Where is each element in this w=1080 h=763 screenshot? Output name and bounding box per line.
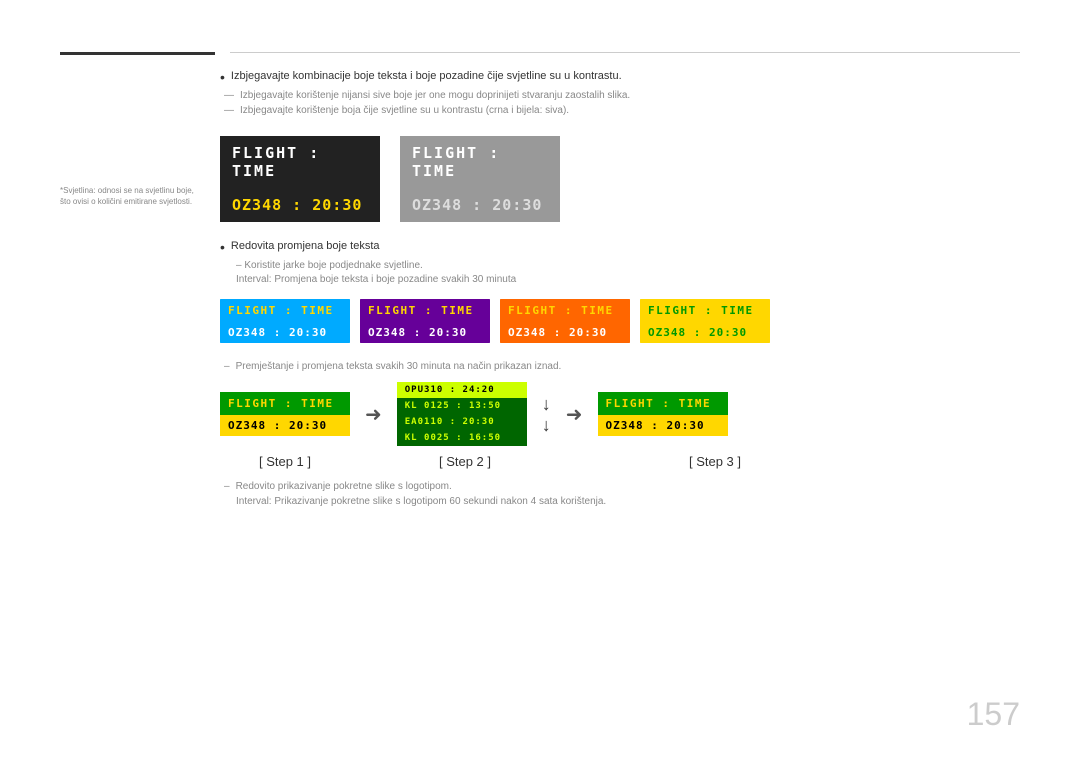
primary-boards-row: FLIGHT : TIME OZ348 : 20:30 FLIGHT : TIM… (220, 136, 1020, 222)
scroll-row-4: KL 0025 : 16:50 (397, 430, 527, 446)
step3-body: OZ348 : 20:30 (598, 415, 728, 436)
sub1: – Koristite jarke boje podjednake svjetl… (220, 260, 1020, 271)
board-orange-body: OZ348 : 20:30 (500, 322, 630, 343)
color-boards-row: FLIGHT : TIME OZ348 : 20:30 FLIGHT : TIM… (220, 299, 1020, 343)
bullet-item-2: • Redovita promjena boje teksta (220, 240, 1020, 254)
dash-1: — (224, 90, 234, 101)
board-orange-header: FLIGHT : TIME (500, 299, 630, 322)
dash-item-2: — Izbjegavajte korištenje boja čije svje… (220, 105, 1020, 116)
board-dark-header: FLIGHT : TIME (220, 136, 380, 188)
sub2: Interval: Promjena boje teksta i boje po… (220, 274, 1020, 285)
note-dash: – Redovito prikazivanje pokretne slike s… (220, 481, 1020, 492)
step-label-2: [ Step 2 ] (400, 454, 530, 469)
board-gray: FLIGHT : TIME OZ348 : 20:30 (400, 136, 560, 222)
board-yellow-body: OZ348 : 20:30 (640, 322, 770, 343)
board-dark: FLIGHT : TIME OZ348 : 20:30 (220, 136, 380, 222)
step3-board: FLIGHT : TIME OZ348 : 20:30 (598, 392, 728, 436)
step1-body: OZ348 : 20:30 (220, 415, 350, 436)
scroll-row-3: EA0110 : 20:30 (397, 414, 527, 430)
dash-text-2: Izbjegavajte korištenje boja čije svjetl… (240, 105, 569, 116)
down-arrow-2: ↓ (542, 416, 551, 434)
step3-header: FLIGHT : TIME (598, 392, 728, 415)
steps-boards-row: FLIGHT : TIME OZ348 : 20:30 ➜ OPU310 : 2… (220, 382, 1020, 446)
bullet-dot-1: • (220, 70, 225, 84)
board-gray-header: FLIGHT : TIME (400, 136, 560, 188)
note-dash-symbol: – (224, 481, 230, 492)
note1-text: Redovito prikazivanje pokretne slike s l… (236, 481, 452, 492)
bullet-dot-2: • (220, 240, 225, 254)
sub2-text: Interval: Promjena boje teksta i boje po… (236, 274, 516, 285)
page-number: 157 (967, 696, 1020, 733)
top-line-right (230, 52, 1020, 53)
scroll-row-1: OPU310 : 24:20 (397, 382, 527, 398)
bottom-notes: – Redovito prikazivanje pokretne slike s… (220, 481, 1020, 507)
down-arrow-1: ↓ (542, 395, 551, 413)
arrow-2: ➜ (566, 402, 583, 427)
step2-board: OPU310 : 24:20 KL 0125 : 13:50 EA0110 : … (397, 382, 527, 446)
step-labels: [ Step 1 ] [ Step 2 ] [ Step 3 ] (220, 454, 1020, 469)
dash-3: – (224, 361, 230, 372)
note2-text: Interval: Prikazivanje pokretne slike s … (236, 496, 606, 507)
step-label-1: [ Step 1 ] (220, 454, 350, 469)
main-content: • Izbjegavajte kombinacije boje teksta i… (220, 70, 1020, 510)
board-blue-body: OZ348 : 20:30 (220, 322, 350, 343)
section-color-change: • Redovita promjena boje teksta – Korist… (220, 240, 1020, 285)
dash-text-3: Premještanje i promjena teksta svakih 30… (236, 361, 562, 372)
dash-text-1: Izbjegavajte korištenje nijansi sive boj… (240, 90, 630, 101)
scroll-row-2: KL 0125 : 13:50 (397, 398, 527, 414)
board-yellow-header: FLIGHT : TIME (640, 299, 770, 322)
board-orange: FLIGHT : TIME OZ348 : 20:30 (500, 299, 630, 343)
step1-header: FLIGHT : TIME (220, 392, 350, 415)
board-yellow: FLIGHT : TIME OZ348 : 20:30 (640, 299, 770, 343)
board-gray-body: OZ348 : 20:30 (400, 188, 560, 222)
step-label-3: [ Step 3 ] (650, 454, 780, 469)
dash-2: — (224, 105, 234, 116)
bullet-item-1: • Izbjegavajte kombinacije boje teksta i… (220, 70, 1020, 84)
bullet-text-1: Izbjegavajte kombinacije boje teksta i b… (231, 70, 622, 82)
board-dark-body: OZ348 : 20:30 (220, 188, 380, 222)
dash-item-1: — Izbjegavajte korištenje nijansi sive b… (220, 90, 1020, 101)
board-blue-header: FLIGHT : TIME (220, 299, 350, 322)
top-line-left (60, 52, 215, 55)
board-blue: FLIGHT : TIME OZ348 : 20:30 (220, 299, 350, 343)
bullet-text-2: Redovita promjena boje teksta (231, 240, 380, 252)
board-purple-header: FLIGHT : TIME (360, 299, 490, 322)
sub1-text: Koristite jarke boje podjednake svjetlin… (244, 260, 422, 271)
board-purple: FLIGHT : TIME OZ348 : 20:30 (360, 299, 490, 343)
step1-board: FLIGHT : TIME OZ348 : 20:30 (220, 392, 350, 436)
dash-item-3: – Premještanje i promjena teksta svakih … (220, 361, 1020, 372)
board-purple-body: OZ348 : 20:30 (360, 322, 490, 343)
arrow-1: ➜ (365, 402, 382, 427)
note2: Interval: Prikazivanje pokretne slike s … (220, 496, 1020, 507)
steps-section: FLIGHT : TIME OZ348 : 20:30 ➜ OPU310 : 2… (220, 382, 1020, 469)
sidebar-note: *Svjetlina: odnosi se na svjetlinu boje,… (60, 185, 200, 207)
down-arrows: ↓ ↓ (542, 395, 551, 434)
